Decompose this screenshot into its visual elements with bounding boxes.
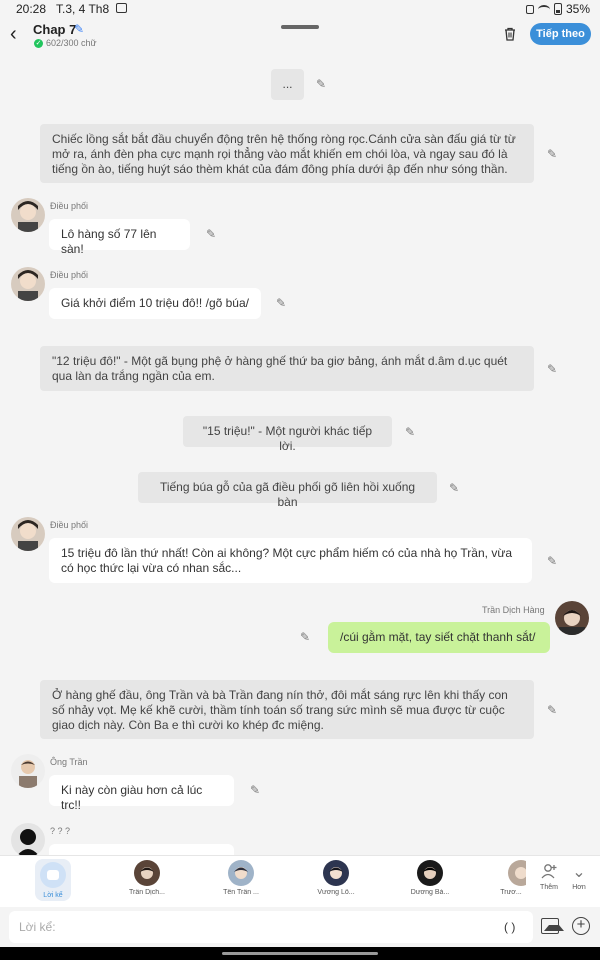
composer: ( ) + [0,907,600,947]
character-name: Trần Dịch... [129,889,165,896]
message-input[interactable] [9,911,533,943]
edit-icon[interactable]: ✎ [300,631,312,643]
message-text: Giá khởi điểm 10 triệu đô!! /gõ búa/ [61,296,249,310]
lock-icon [525,4,534,14]
character-name: Tên Trần ... [223,889,259,896]
sender-name: Ông Trần [50,757,88,767]
word-count: ✓ 602/300 chữ [34,38,97,48]
narration-text: Chiếc lồng sắt bắt đầu chuyển động trên … [52,132,516,176]
narration-text: Tiếng búa gỗ của gã điều phối gõ liên hồ… [159,480,416,509]
avatar-dieu-phoi[interactable] [11,198,45,232]
add-label: Thêm [540,884,558,891]
character-avatar [134,860,160,886]
sender-name: Điều phối [50,270,89,280]
narration-bubble[interactable]: Ở hàng ghế đầu, ông Trần và bà Trần đang… [40,680,534,739]
edit-icon[interactable]: ✎ [405,426,417,438]
edit-title-icon[interactable]: ✎ [74,22,84,36]
character-name: Trươ... [500,889,522,896]
chat-screen: 20:28 T.3, 4 Th8 35% ‹ Chap 7 ✎ ✓ 602/30… [0,0,600,960]
check-icon: ✓ [34,38,43,48]
message-text: Lô hàng số 77 lên sàn! [61,227,157,256]
character-item[interactable]: Dương Bá... [400,860,460,896]
narration-text: "15 triệu!" - Một người khác tiếp lời. [202,424,373,453]
narration-bubble[interactable]: "15 triệu!" - Một người khác tiếp lời. [183,416,392,453]
status-date: T.3, 4 Th8 [56,2,110,16]
message-text: Ki này còn giàu hơn cả lúc trc!! [61,783,203,812]
character-name: Dương Bá... [410,889,450,896]
character-item[interactable]: Trần Dịch... [117,860,177,896]
message-bubble[interactable]: Giá khởi điểm 10 triệu đô!! /gõ búa/ [49,288,261,319]
wifi-icon [537,4,550,14]
character-item[interactable]: Trươ... [496,860,526,896]
status-bar: 20:28 T.3, 4 Th8 35% [0,0,600,18]
system-nav-bar [0,947,600,960]
drag-handle[interactable] [281,25,319,29]
edit-icon[interactable]: ✎ [547,363,559,375]
avatar-unknown[interactable] [11,823,45,855]
character-name: Lời kể [43,892,63,899]
home-indicator[interactable] [222,952,378,955]
edit-icon[interactable]: ✎ [206,228,218,240]
character-avatar [228,860,254,886]
narration-bubble[interactable]: Tiếng búa gỗ của gã điều phối gõ liên hồ… [138,472,437,509]
message-bubble[interactable] [49,844,234,855]
message-bubble[interactable]: 15 triệu đô lần thứ nhất! Còn ai không? … [49,538,532,583]
message-text: 15 triệu đô lần thứ nhất! Còn ai không? … [61,546,513,575]
edit-icon[interactable]: ✎ [449,482,461,494]
trash-icon[interactable] [503,27,517,41]
chevron-down-icon: ⌄ [572,864,586,881]
edit-icon[interactable]: ✎ [547,704,559,716]
character-item[interactable]: Tên Trần ... [211,860,271,896]
add-character-button[interactable]: Thêm [536,862,562,891]
word-count-text: 602/300 chữ [46,38,97,48]
edit-icon[interactable]: ✎ [276,297,288,309]
edit-icon[interactable]: ✎ [547,555,559,567]
next-button[interactable]: Tiếp theo [530,23,591,45]
chapter-title[interactable]: Chap 7 [33,22,76,37]
avatar-dieu-phoi[interactable] [11,517,45,551]
avatar-tran-dich-hang[interactable] [555,601,589,635]
battery-percent: 35% [565,2,590,16]
narration-bubble[interactable]: Chiếc lồng sắt bắt đầu chuyển động trên … [40,124,534,183]
edit-icon[interactable]: ✎ [547,148,559,160]
narration-bubble[interactable]: ... [271,69,304,100]
battery-icon [553,3,562,15]
more-label: Hơn [572,884,586,891]
sender-name: Điều phối [50,520,89,530]
gallery-notification-icon [116,3,127,13]
narration-bubble[interactable]: "12 triệu đô!" - Một gã bụng phệ ở hàng … [40,346,534,391]
action-paren-button[interactable]: ( ) [504,920,515,934]
edit-icon[interactable]: ✎ [250,784,262,796]
add-icon[interactable]: + [572,917,590,935]
character-avatar [508,860,526,886]
narration-text: "12 triệu đô!" - Một gã bụng phệ ở hàng … [52,354,508,383]
back-icon[interactable]: ‹ [10,24,24,44]
avatar-ong-tran[interactable] [11,754,45,788]
status-time: 20:28 [16,2,47,16]
image-icon[interactable] [541,918,564,934]
my-message-bubble[interactable]: /cúi gằm mặt, tay siết chặt thanh sắt/ [328,622,550,653]
more-button[interactable]: ⌄ Hơn [566,862,592,891]
character-item[interactable]: Vương Lô... [306,860,366,896]
sender-name: ? ? ? [50,826,71,836]
narration-icon [40,862,66,888]
status-right: 35% [525,2,590,16]
editor-header: ‹ Chap 7 ✎ ✓ 602/300 chữ Tiếp theo [0,18,600,52]
sender-name: Điều phối [50,201,89,211]
narration-text: ... [282,77,293,91]
message-bubble[interactable]: Lô hàng số 77 lên sàn! [49,219,190,256]
character-avatar [323,860,349,886]
narration-text: Ở hàng ghế đầu, ông Trần và bà Trần đang… [52,688,508,732]
character-avatar [417,860,443,886]
sender-name: Trần Dịch Hàng [482,605,545,615]
character-selector: Lời kể Trần Dịch... Tên Trần ... Vương L… [0,855,600,907]
character-name: Vương Lô... [317,889,355,896]
edit-icon[interactable]: ✎ [316,78,328,90]
add-person-icon [536,862,562,884]
message-text: /cúi gằm mặt, tay siết chặt thanh sắt/ [340,630,536,644]
chat-area[interactable]: ... ✎ Chiếc lồng sắt bắt đầu chuyển động… [0,52,600,855]
character-narrator-selected[interactable]: Lời kể [35,859,71,901]
message-bubble[interactable]: Ki này còn giàu hơn cả lúc trc!! [49,775,234,812]
avatar-dieu-phoi[interactable] [11,267,45,301]
